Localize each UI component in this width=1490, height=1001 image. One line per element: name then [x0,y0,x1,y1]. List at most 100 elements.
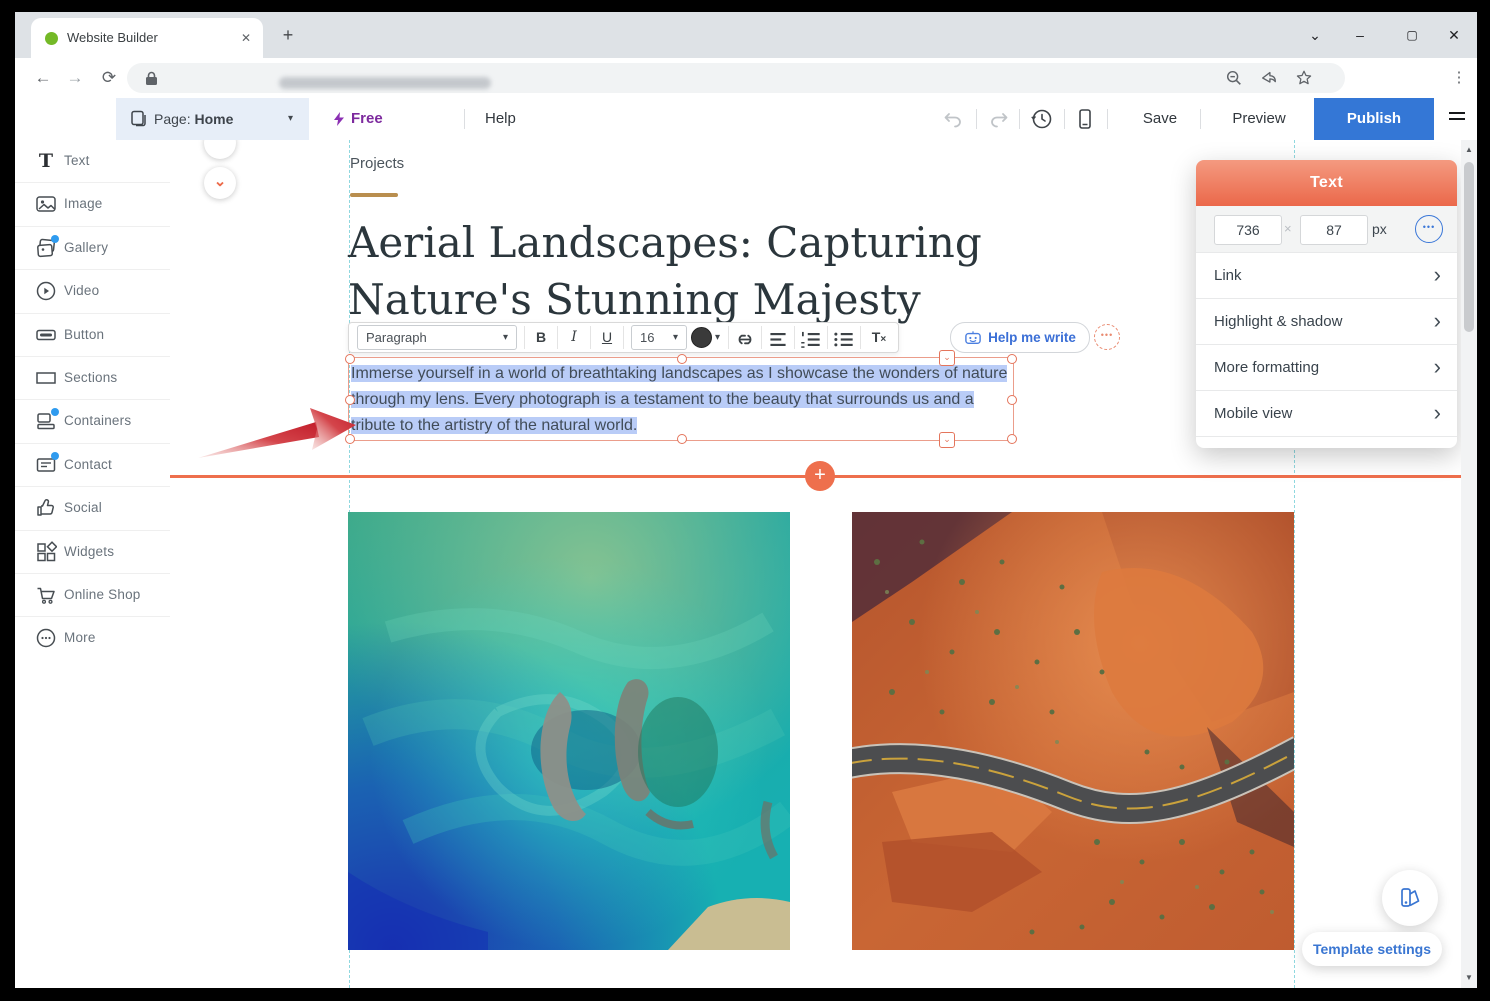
scroll-down-icon[interactable]: ▼ [1461,970,1477,986]
paragraph-style-select[interactable]: Paragraph ▾ [357,325,517,350]
publish-button[interactable]: Publish [1314,98,1434,140]
annotation-arrow [198,392,363,464]
sidebar-item-containers[interactable]: Containers [15,400,170,443]
unit-label: px [1372,206,1387,252]
widgets-icon [35,541,57,563]
sidebar-item-button[interactable]: Button [15,314,170,357]
aerial-ocean-image[interactable] [348,512,790,950]
clear-format-button[interactable]: T× [864,326,894,349]
toolbar-separator [1019,109,1020,129]
sidebar-item-image[interactable]: Image [15,183,170,226]
new-tab-button[interactable]: + [275,23,301,49]
share-icon[interactable] [1260,69,1278,87]
align-icon[interactable] [765,325,791,351]
drag-handle-bottom[interactable]: ⌄ [939,432,955,448]
panel-title: Text [1196,160,1457,206]
template-settings-button[interactable]: Template settings [1302,932,1442,966]
page-selector[interactable]: Page: Home ▾ [116,98,309,140]
redo-icon[interactable] [987,107,1011,131]
help-button[interactable]: Help [485,98,516,140]
multiply-icon: × [1284,206,1292,252]
url-field[interactable] [127,63,1345,93]
sidebar-item-contact[interactable]: Contact [15,444,170,487]
sidebar-item-social[interactable]: Social [15,487,170,530]
scroll-up-icon[interactable]: ▲ [1461,142,1477,158]
panel-item-more-formatting[interactable]: More formatting › [1196,344,1457,391]
browser-menu-icon[interactable]: ⋮ [1447,66,1471,90]
drag-handle-top[interactable]: ⌄ [939,350,955,366]
text-color-button[interactable]: ▾ [691,327,725,348]
minimize-button[interactable]: – [1346,22,1374,48]
button-icon [35,324,57,346]
section-eyebrow[interactable]: Projects [350,155,404,172]
sidebar-item-widgets[interactable]: Widgets [15,531,170,574]
paragraph-text[interactable]: Immerse yourself in a world of breathtak… [351,361,1009,439]
sidebar-item-online-shop[interactable]: Online Shop [15,574,170,617]
bolt-icon [331,111,347,127]
bold-button[interactable]: B [528,326,554,349]
ai-robot-icon [964,330,982,346]
size-options-button[interactable]: ••• [1415,215,1443,243]
canvas-scrollbar[interactable]: ▲ ▼ [1461,140,1477,988]
browser-tab[interactable]: Website Builder ✕ [31,18,263,58]
italic-button[interactable]: I [561,326,587,349]
selected-text-element[interactable]: Immerse yourself in a world of breathtak… [348,357,1014,441]
tab-title: Website Builder [67,18,158,58]
sidebar-item-text[interactable]: T Text [15,140,170,183]
height-input[interactable] [1300,215,1368,245]
preview-button[interactable]: Preview [1213,98,1305,140]
undo-icon[interactable] [941,107,965,131]
bookmark-star-icon[interactable] [1295,69,1313,87]
template-style-button[interactable] [1382,870,1438,926]
address-bar: ← → ⟳ ⋮ [15,58,1477,99]
move-up-button[interactable]: ⌃ [204,140,236,159]
resize-handle[interactable] [1007,395,1017,405]
sidebar-item-sections[interactable]: Sections [15,357,170,400]
maximize-button[interactable]: ▢ [1398,22,1426,48]
link-icon[interactable] [732,325,758,351]
more-icon [35,627,57,649]
editor-canvas: ⌃ ⌄ Projects Aerial Landscapes: Capturin… [170,140,1461,988]
resize-handle[interactable] [1007,354,1017,364]
resize-handle[interactable] [345,354,355,364]
toolbar-separator [1107,109,1108,129]
sidebar-item-gallery[interactable]: Gallery [15,227,170,270]
add-section-button[interactable]: + [805,461,835,491]
move-down-button[interactable]: ⌄ [204,167,236,199]
history-icon[interactable] [1030,107,1054,131]
help-me-write-button[interactable]: Help me write [950,322,1090,353]
panel-item-highlight-shadow[interactable]: Highlight & shadow › [1196,298,1457,345]
bullet-list-icon[interactable] [831,325,857,351]
resize-handle[interactable] [677,434,687,444]
page-heading[interactable]: Aerial Landscapes: Capturing Nature's St… [348,214,1068,328]
menu-icon[interactable] [1449,112,1465,125]
text-settings-panel: Text × px ••• Link › Highlight & shadow … [1196,160,1457,448]
panel-item-mobile-view[interactable]: Mobile view › [1196,390,1457,437]
sections-icon [35,367,57,389]
forward-icon[interactable]: → [63,66,87,90]
thumbs-up-icon [35,497,57,519]
page-selector-label: Page: Home [154,98,233,140]
scroll-thumb[interactable] [1464,162,1474,332]
ordered-list-icon[interactable] [798,325,824,351]
sidebar-item-video[interactable]: Video [15,270,170,313]
element-options-button[interactable]: ••• [1094,324,1120,350]
sidebar-item-more[interactable]: More [15,617,170,659]
zoom-out-icon[interactable] [1225,69,1243,87]
window-close-button[interactable]: ✕ [1440,22,1468,48]
resize-handle[interactable] [677,354,687,364]
back-icon[interactable]: ← [31,66,55,90]
chevron-right-icon: › [1434,345,1441,391]
width-input[interactable] [1214,215,1282,245]
underline-button[interactable]: U [594,326,620,349]
mobile-preview-icon[interactable] [1073,107,1097,131]
save-button[interactable]: Save [1120,98,1200,140]
resize-handle[interactable] [1007,434,1017,444]
panel-item-link[interactable]: Link › [1196,252,1457,299]
tab-search-icon[interactable]: ⌄ [1301,22,1329,48]
aerial-desert-image[interactable] [852,512,1294,950]
tab-close-icon[interactable]: ✕ [237,29,255,47]
toolbar-separator [464,109,465,129]
reload-icon[interactable]: ⟳ [97,66,121,90]
font-size-select[interactable]: 16 ▾ [631,325,687,350]
